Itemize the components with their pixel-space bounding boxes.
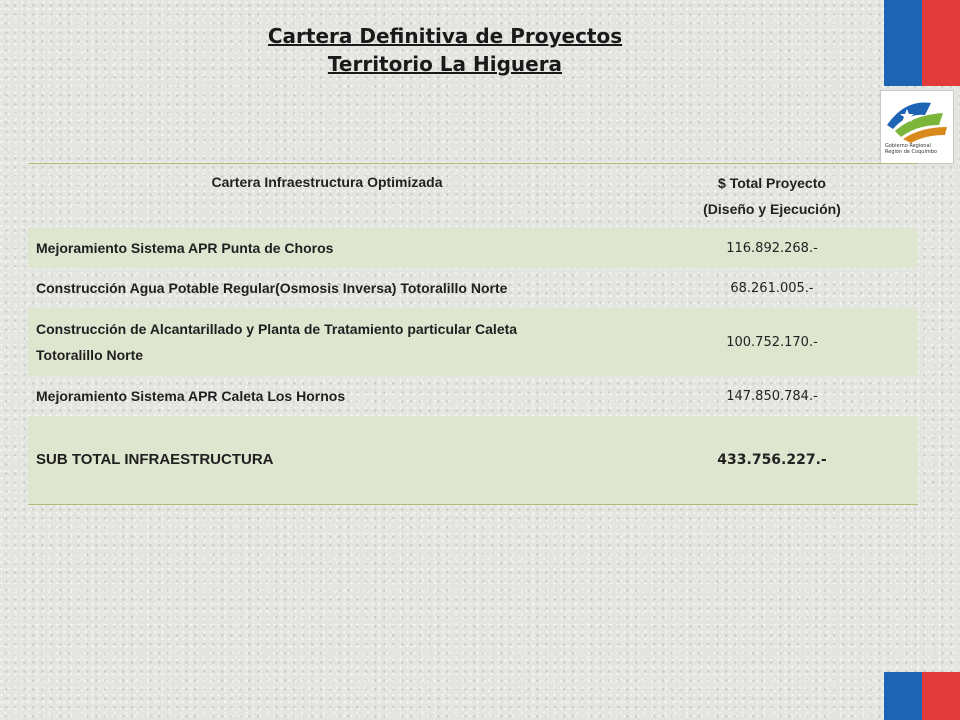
table-row: Mejoramiento Sistema APR Caleta Los Horn… [28, 376, 918, 416]
header-value-line-1: $ Total Proyecto [718, 175, 826, 191]
table-row: Construcción Agua Potable Regular(Osmosi… [28, 268, 918, 308]
header-value: $ Total Proyecto (Diseño y Ejecución) [626, 170, 918, 222]
row-value: 68.261.005.- [730, 280, 814, 296]
table-row: Construcción de Alcantarillado y Planta … [28, 308, 918, 376]
row-name: Mejoramiento Sistema APR Caleta Los Horn… [36, 388, 346, 404]
page-title: Cartera Definitiva de Proyectos Territor… [200, 22, 690, 78]
subtotal-row: SUB TOTAL INFRAESTRUCTURA 433.756.227.- [28, 416, 918, 504]
flag-red-stripe [922, 672, 960, 720]
flag-blue-stripe [884, 0, 922, 86]
logo-text: Gobierno Regional Región de Coquimbo [885, 143, 937, 155]
projects-table: Cartera Infraestructura Optimizada $ Tot… [28, 163, 918, 505]
row-name-line-1: Construcción de Alcantarillado y Planta … [36, 321, 518, 337]
row-value: 116.892.268.- [726, 240, 818, 256]
row-value: 100.752.170.- [726, 334, 818, 350]
row-name: Construcción Agua Potable Regular(Osmosi… [36, 280, 508, 296]
row-value: 147.850.784.- [726, 388, 818, 404]
row-name: Mejoramiento Sistema APR Punta de Choros [36, 240, 334, 256]
row-name-line-2: Totoralillo Norte [36, 347, 144, 363]
flag-bar-bottom [884, 672, 960, 720]
title-line-1: Cartera Definitiva de Proyectos [267, 24, 623, 48]
row-name: Construcción de Alcantarillado y Planta … [28, 316, 626, 368]
flag-red-stripe [922, 0, 960, 86]
flag-bar-top [884, 0, 960, 86]
subtotal-value: 433.756.227.- [717, 452, 827, 468]
title-line-2: Territorio La Higuera [327, 52, 563, 76]
gobierno-regional-logo: Gobierno Regional Región de Coquimbo [880, 90, 954, 164]
subtotal-name: SUB TOTAL INFRAESTRUCTURA [36, 451, 274, 468]
header-name: Cartera Infraestructura Optimizada [211, 174, 443, 190]
table-header: Cartera Infraestructura Optimizada $ Tot… [28, 164, 918, 228]
logo-icon [887, 102, 947, 143]
header-value-line-2: (Diseño y Ejecución) [703, 201, 841, 217]
flag-blue-stripe [884, 672, 922, 720]
table-row: Mejoramiento Sistema APR Punta de Choros… [28, 228, 918, 268]
